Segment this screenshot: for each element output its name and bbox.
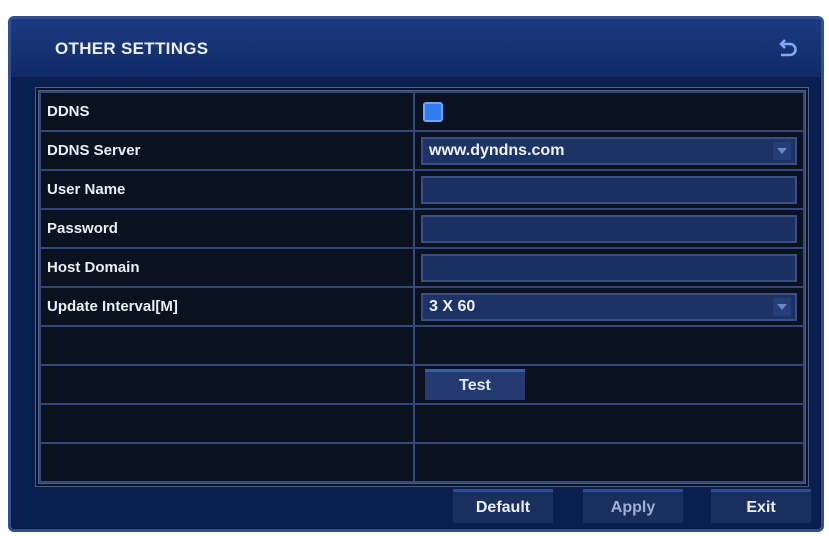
password-input[interactable] bbox=[421, 214, 797, 243]
ddns-checkbox[interactable] bbox=[423, 101, 443, 122]
settings-panel: DDNS DDNS Server www.dyndns.com User Nam… bbox=[35, 87, 809, 487]
window-title: OTHER SETTINGS bbox=[55, 39, 209, 58]
label-password: Password bbox=[39, 208, 415, 249]
update-interval-select[interactable]: 3 X 60 bbox=[421, 292, 797, 321]
default-button[interactable]: Default bbox=[453, 489, 553, 523]
ddns-server-value: www.dyndns.com bbox=[429, 141, 565, 159]
label-host-domain: Host Domain bbox=[39, 247, 415, 288]
update-interval-value: 3 X 60 bbox=[429, 297, 476, 315]
row-empty-2 bbox=[39, 403, 805, 444]
row-ddns: DDNS bbox=[39, 91, 805, 132]
label-ddns-server: DDNS Server bbox=[39, 130, 415, 171]
back-arrow-icon bbox=[779, 39, 797, 57]
dropdown-arrow-icon[interactable] bbox=[773, 141, 791, 160]
label-ddns: DDNS bbox=[39, 91, 415, 132]
title-bar: OTHER SETTINGS bbox=[11, 19, 821, 77]
row-empty-3 bbox=[39, 442, 805, 483]
host-domain-input[interactable] bbox=[421, 253, 797, 282]
back-button[interactable] bbox=[773, 35, 801, 63]
row-update-interval: Update Interval[M] 3 X 60 bbox=[39, 286, 805, 327]
ddns-server-select[interactable]: www.dyndns.com bbox=[421, 136, 797, 165]
settings-window: OTHER SETTINGS DDNS DDNS Server www.dynd… bbox=[8, 16, 824, 532]
label-user-name: User Name bbox=[39, 169, 415, 210]
apply-button[interactable]: Apply bbox=[583, 489, 683, 523]
test-button[interactable]: Test bbox=[425, 369, 525, 400]
dropdown-arrow-icon[interactable] bbox=[773, 297, 791, 316]
settings-table: DDNS DDNS Server www.dyndns.com User Nam… bbox=[39, 91, 805, 483]
exit-button[interactable]: Exit bbox=[711, 489, 811, 523]
button-bar: Default Apply Exit bbox=[11, 483, 821, 529]
row-host-domain: Host Domain bbox=[39, 247, 805, 288]
row-ddns-server: DDNS Server www.dyndns.com bbox=[39, 130, 805, 171]
row-password: Password bbox=[39, 208, 805, 249]
user-name-input[interactable] bbox=[421, 175, 797, 204]
label-update-interval: Update Interval[M] bbox=[39, 286, 415, 327]
row-user-name: User Name bbox=[39, 169, 805, 210]
row-test: Test bbox=[39, 364, 805, 405]
row-empty-1 bbox=[39, 325, 805, 366]
